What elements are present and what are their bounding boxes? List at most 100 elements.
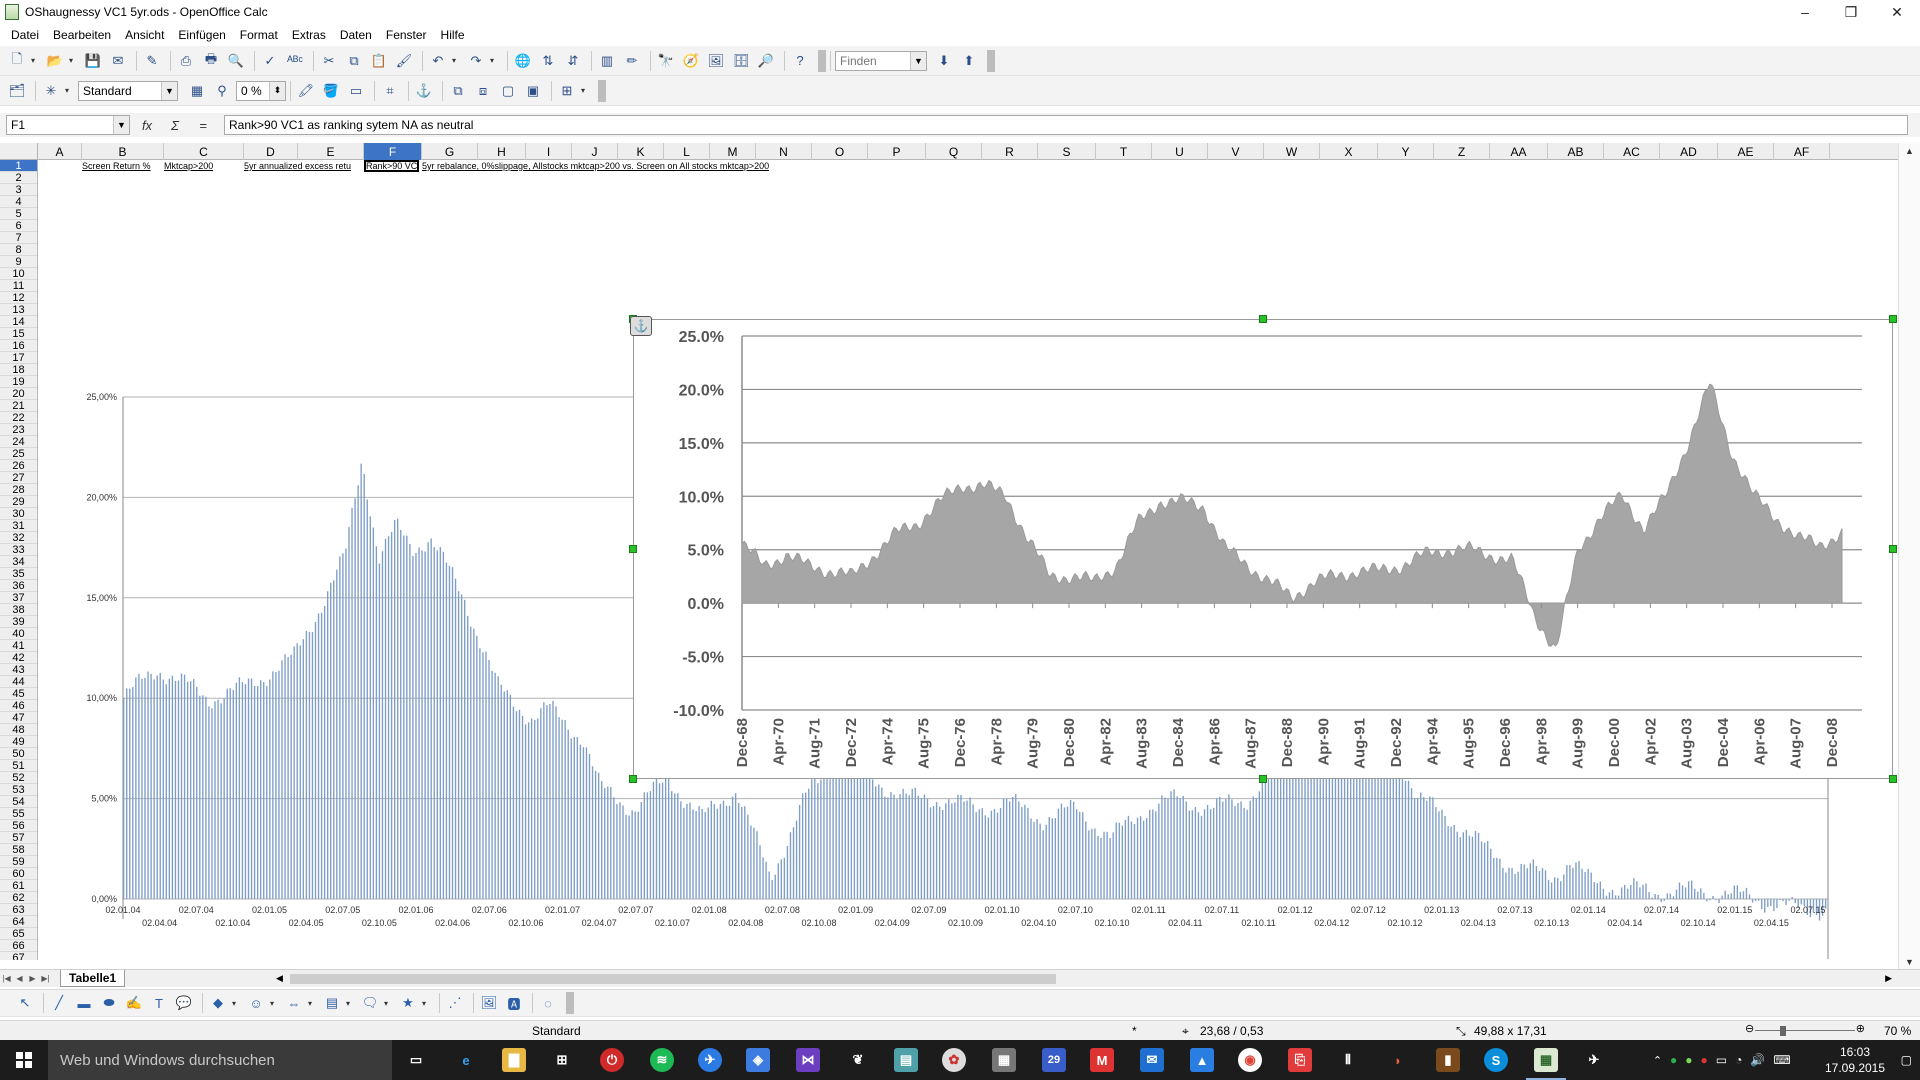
callouts-dropdown-icon[interactable]: ▾	[384, 999, 393, 1008]
sheet-tab-tabelle1[interactable]: Tabelle1	[60, 970, 126, 987]
row-header[interactable]: 15	[0, 328, 37, 340]
visual-studio-icon[interactable]: ⋈	[796, 1048, 820, 1072]
tray-gmail-icon[interactable]: ●	[1701, 1053, 1708, 1067]
from-file-icon[interactable]: 🖼	[478, 992, 500, 1014]
column-header[interactable]: Z	[1434, 143, 1490, 160]
callouts-icon[interactable]: 🗨	[359, 992, 381, 1014]
send-to-back-icon[interactable]: ⧈	[472, 80, 494, 102]
row-header[interactable]: 54	[0, 796, 37, 808]
spellcheck-icon[interactable]: ✓	[259, 50, 281, 72]
styles-formatting-icon[interactable]: 🗂	[6, 80, 28, 102]
to-foreground-icon[interactable]: ▣	[522, 80, 544, 102]
save-icon[interactable]: 💾	[82, 50, 104, 72]
basic-shapes-icon[interactable]: ◆	[207, 992, 229, 1014]
vertical-scrollbar[interactable]: ▲ ▼	[1898, 143, 1920, 970]
toolbar-overflow-handle[interactable]	[818, 49, 826, 72]
row-header[interactable]: 22	[0, 412, 37, 424]
row-header[interactable]: 36	[0, 580, 37, 592]
row-header[interactable]: 19	[0, 376, 37, 388]
column-header[interactable]: X	[1320, 143, 1378, 160]
row-header[interactable]: 2	[0, 172, 37, 184]
find-toolbar-handle[interactable]	[987, 49, 995, 72]
row-header[interactable]: 47	[0, 712, 37, 724]
row-header[interactable]: 26	[0, 460, 37, 472]
anchor-icon[interactable]: ⚓	[413, 80, 435, 102]
row-header[interactable]: 64	[0, 916, 37, 928]
last-sheet-icon[interactable]: ▶|	[39, 974, 52, 983]
row-header[interactable]: 45	[0, 688, 37, 700]
resize-handle-top[interactable]	[1259, 315, 1267, 323]
store-icon[interactable]: ⊞	[550, 1048, 574, 1072]
menu-bearbeiten[interactable]: Bearbeiten	[46, 28, 118, 42]
column-header[interactable]: B	[82, 143, 164, 160]
horizontal-scroll-thumb[interactable]	[290, 974, 1056, 984]
name-box[interactable]: F1 ▼	[6, 115, 130, 135]
row-header[interactable]: 38	[0, 604, 37, 616]
cell-b1[interactable]: Screen Return %	[82, 160, 151, 172]
column-header[interactable]: AA	[1490, 143, 1548, 160]
text-tool-icon[interactable]: T	[148, 992, 170, 1014]
resize-handle-top-right[interactable]	[1889, 315, 1897, 323]
row-header[interactable]: 1	[0, 160, 37, 172]
crop-icon[interactable]: ⌗	[379, 80, 401, 102]
select-all-corner[interactable]	[0, 143, 38, 160]
column-header[interactable]: J	[572, 143, 618, 160]
row-header[interactable]: 29	[0, 496, 37, 508]
column-header[interactable]: AE	[1718, 143, 1774, 160]
row-header[interactable]: 35	[0, 568, 37, 580]
row-header[interactable]: 41	[0, 640, 37, 652]
horizontal-scrollbar[interactable]: ◀ ▶	[276, 973, 1892, 985]
new-document-icon[interactable]: 🗋	[6, 50, 28, 72]
photos-app-icon[interactable]: ✿	[942, 1048, 966, 1072]
bird-app-icon[interactable]: ✈	[698, 1048, 722, 1072]
column-header[interactable]: L	[664, 143, 710, 160]
column-header[interactable]: K	[618, 143, 664, 160]
menu-extras[interactable]: Extras	[285, 28, 333, 42]
row-header[interactable]: 21	[0, 400, 37, 412]
row-header[interactable]: 9	[0, 256, 37, 268]
print-preview-icon[interactable]: 🔍	[225, 50, 247, 72]
row-header[interactable]: 61	[0, 880, 37, 892]
autoformat-dropdown-icon[interactable]: ▾	[65, 86, 74, 95]
new-dropdown-icon[interactable]: ▾	[31, 56, 40, 65]
row-header[interactable]: 46	[0, 700, 37, 712]
tray-volume-icon[interactable]: 🔊	[1750, 1053, 1765, 1067]
align-dropdown-icon[interactable]: ▾	[581, 86, 590, 95]
edge-icon[interactable]: e	[454, 1048, 478, 1072]
menu-einfuegen[interactable]: Einfügen	[171, 28, 232, 42]
inset-area-chart-image[interactable]: 25.0% 20.0% 15.0% 10.0% 5.0% 0.0% -5.0% -10.0% …	[629, 315, 1897, 783]
row-header[interactable]: 17	[0, 352, 37, 364]
row-header[interactable]: 58	[0, 844, 37, 856]
menu-daten[interactable]: Daten	[333, 28, 379, 42]
shield-app-icon[interactable]: ◈	[746, 1048, 770, 1072]
symbol-shapes-icon[interactable]: ☺	[245, 992, 267, 1014]
row-header[interactable]: 39	[0, 616, 37, 628]
formula-input[interactable]: Rank>90 VC1 as ranking sytem NA as neutr…	[224, 115, 1908, 135]
fill-color-icon[interactable]: 🖍	[295, 80, 317, 102]
open-dropdown-icon[interactable]: ▾	[69, 56, 78, 65]
row-header[interactable]: 48	[0, 724, 37, 736]
show-draw-functions-icon[interactable]: ✏	[621, 50, 643, 72]
gallery-icon[interactable]: 🖼	[705, 50, 727, 72]
zoom-icon[interactable]: 🔎	[755, 50, 777, 72]
column-header[interactable]: N	[756, 143, 812, 160]
row-header[interactable]: 31	[0, 520, 37, 532]
column-header[interactable]: P	[868, 143, 926, 160]
fill-bucket-icon[interactable]: 🪣	[320, 80, 342, 102]
maximize-button[interactable]: ❐	[1828, 0, 1874, 24]
spotify-icon[interactable]: ≋	[650, 1048, 674, 1072]
people-app-icon[interactable]: ▲	[1190, 1048, 1214, 1072]
column-header[interactable]: D	[244, 143, 298, 160]
column-header[interactable]: M	[710, 143, 756, 160]
symbol-shapes-dropdown-icon[interactable]: ▾	[270, 999, 279, 1008]
previous-sheet-icon[interactable]: ◀	[13, 974, 26, 983]
column-header[interactable]: U	[1152, 143, 1208, 160]
spreadsheet-grid[interactable]: A B C D E F G H I J K L M N O P Q R S T U V W X Y Z AA AB AC AD AE AF 1…	[0, 143, 1920, 970]
row-header[interactable]: 53	[0, 784, 37, 796]
calendar-icon[interactable]: 29	[1042, 1048, 1066, 1072]
align-objects-icon[interactable]: ⊞	[556, 80, 578, 102]
shadow-icon[interactable]: ▭	[345, 80, 367, 102]
stars-dropdown-icon[interactable]: ▾	[422, 999, 431, 1008]
column-header[interactable]: Q	[926, 143, 982, 160]
paste-icon[interactable]: 📋	[368, 50, 390, 72]
